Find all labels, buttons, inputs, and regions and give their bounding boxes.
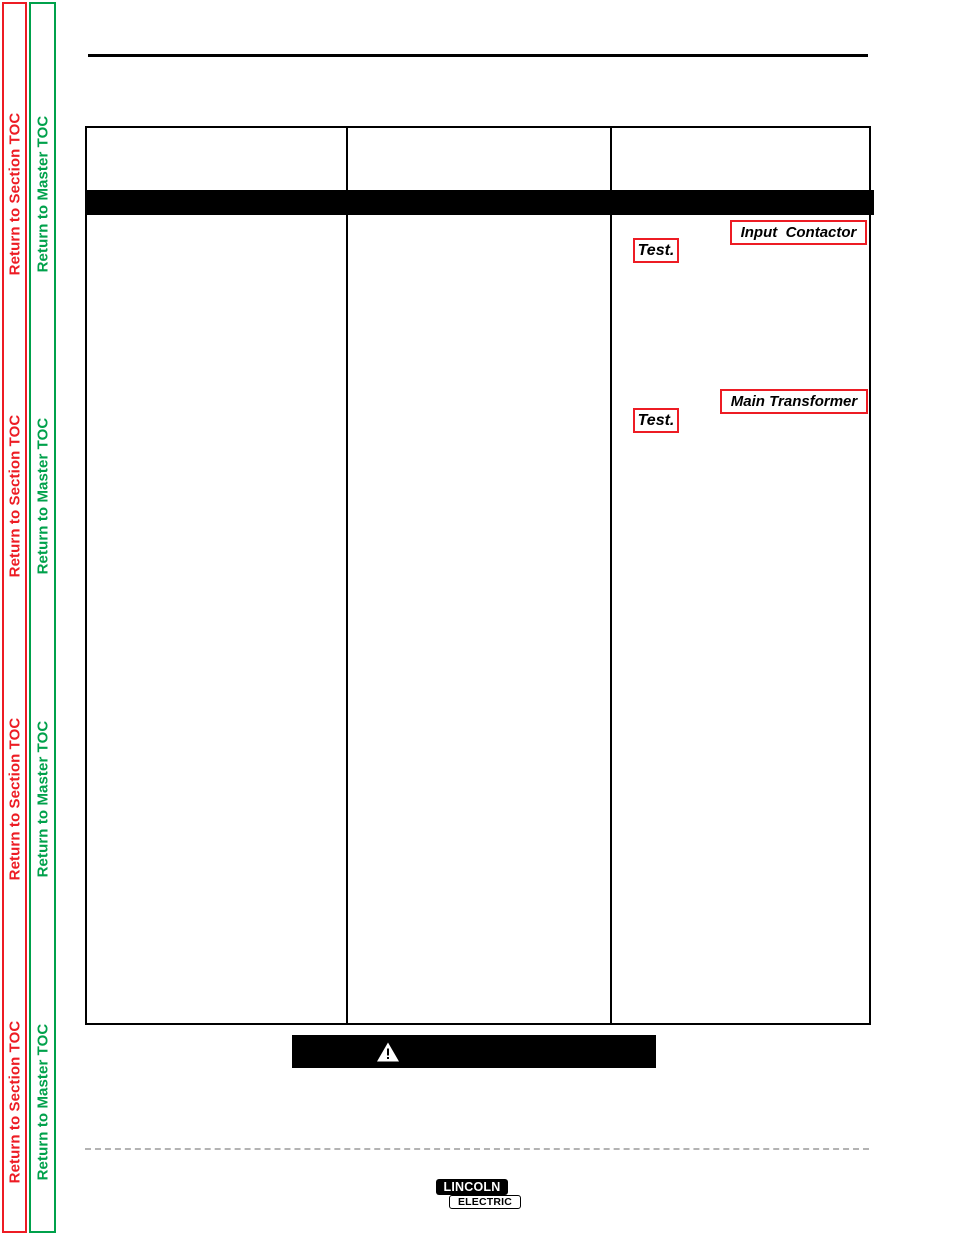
lincoln-electric-logo: LINCOLN ELECTRIC [436, 1179, 522, 1210]
section-toc-label: Return to Section TOC [6, 414, 23, 578]
master-toc-label: Return to Master TOC [34, 720, 51, 878]
document-page: Return to Section TOC Return to Section … [0, 0, 954, 1235]
master-toc-label: Return to Master TOC [34, 115, 51, 273]
header-rule [88, 54, 868, 57]
link-test-1[interactable]: Test. [633, 238, 679, 263]
troubleshooting-table: Test. Input Contactor Test. Main Transfo… [85, 126, 874, 1025]
sidebar-item-section-toc[interactable]: Return to Section TOC Return to Section … [2, 2, 27, 1233]
link-main-transformer[interactable]: Main Transformer [720, 389, 868, 414]
master-toc-label-stack: Return to Master TOC Return to Master TO… [31, 4, 54, 1231]
footer-dashed-separator [85, 1148, 869, 1150]
table-black-band [86, 190, 874, 215]
link-test-2[interactable]: Test. [633, 408, 679, 433]
logo-lincoln-text: LINCOLN [436, 1179, 508, 1195]
section-toc-label: Return to Section TOC [6, 112, 23, 276]
column-divider [346, 215, 348, 1023]
column-divider [610, 128, 612, 190]
warning-bar [292, 1035, 656, 1068]
logo-electric-text: ELECTRIC [449, 1195, 521, 1209]
section-toc-label: Return to Section TOC [6, 717, 23, 881]
column-divider [610, 215, 612, 1023]
link-input-contactor[interactable]: Input Contactor [730, 220, 867, 245]
table-header-cell-1 [87, 128, 346, 190]
warning-triangle-icon [377, 1042, 399, 1061]
section-toc-label-stack: Return to Section TOC Return to Section … [4, 4, 25, 1231]
column-divider [346, 128, 348, 190]
table-header-cell-2 [348, 128, 610, 190]
section-toc-label: Return to Section TOC [6, 1020, 23, 1184]
master-toc-label: Return to Master TOC [34, 417, 51, 575]
table-header-cell-3 [612, 128, 869, 190]
table-header-row [87, 128, 869, 190]
master-toc-label: Return to Master TOC [34, 1023, 51, 1181]
sidebar-item-master-toc[interactable]: Return to Master TOC Return to Master TO… [29, 2, 56, 1233]
